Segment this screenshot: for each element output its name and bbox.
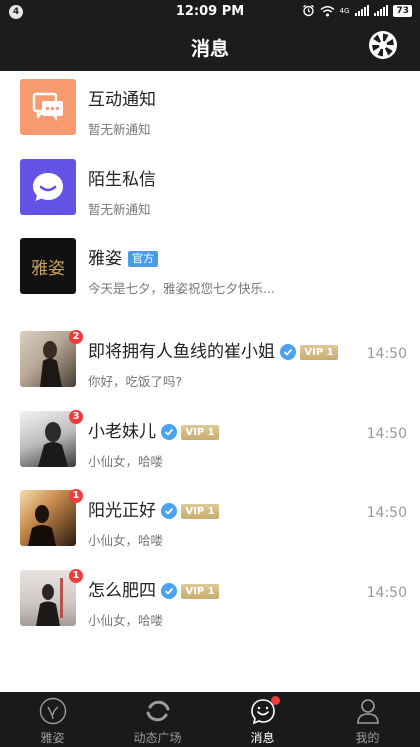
unread-badge: 2 [69, 330, 83, 344]
unread-badge: 1 [69, 569, 83, 583]
wifi-icon [320, 5, 335, 16]
tab-notification-dot [270, 696, 280, 705]
item-title: 互动通知 [88, 90, 156, 110]
contact-name: 阳光正好 [88, 501, 156, 521]
message-time: 14:50 [366, 505, 407, 521]
yazi-logo-icon [39, 697, 66, 725]
chat-bubbles-icon [20, 79, 76, 135]
avatar [20, 570, 76, 626]
tab-label: 动态广场 [133, 731, 182, 745]
vip-badge: VIP 1 [181, 424, 219, 440]
yazi-logo-text: 雅姿 [31, 258, 65, 279]
yazi-logo: 雅姿 [20, 238, 76, 294]
status-bar: 4 12:09 PM 4G 73 [0, 0, 420, 24]
refresh-circle-icon [146, 700, 169, 722]
item-subtitle: 今天是七夕，雅姿祝您七夕快乐... [88, 281, 275, 296]
list-item-official-yazi[interactable]: 雅姿 雅姿 官方 今天是七夕，雅姿祝您七夕快乐... [0, 238, 420, 310]
list-item-interaction-notice[interactable]: 互动通知 暂无新通知 [0, 79, 420, 151]
last-message: 小仙女，哈喽 [88, 533, 164, 548]
last-message: 小仙女，哈喽 [88, 613, 164, 628]
alarm-icon [302, 4, 314, 17]
message-time: 14:50 [366, 585, 407, 601]
status-icons: 4G 73 [302, 4, 412, 17]
person-icon [356, 699, 379, 724]
vip-badge: VIP 1 [181, 503, 219, 519]
item-title: 陌生私信 [88, 170, 156, 190]
battery-icon: 73 [393, 4, 412, 17]
list-item-stranger-message[interactable]: 陌生私信 暂无新通知 [0, 159, 420, 231]
conversation-title-row: 小老妹儿 VIP 1 [88, 417, 219, 442]
official-tag: 官方 [128, 251, 158, 267]
avatar [20, 411, 76, 467]
verified-icon [161, 503, 178, 519]
item-title-row: 雅姿 官方 [88, 244, 158, 269]
conversation-title-row: 即将拥有人鱼线的崔小姐 VIP 1 [88, 337, 338, 362]
last-message: 你好，吃饭了吗? [88, 374, 183, 389]
signal-icon [355, 5, 370, 16]
vip-badge: VIP 1 [300, 344, 338, 360]
vip-badge: VIP 1 [181, 583, 219, 599]
tab-messages[interactable]: 消息 [210, 692, 315, 747]
message-time: 14:50 [366, 426, 407, 442]
contact-name: 小老妹儿 [88, 422, 156, 442]
item-title: 雅姿 [88, 249, 122, 269]
unread-badge: 1 [69, 489, 83, 503]
unread-badge: 3 [69, 410, 83, 424]
item-subtitle: 暂无新通知 [88, 122, 151, 137]
item-subtitle: 暂无新通知 [88, 202, 151, 217]
contact-name: 怎么肥四 [88, 581, 156, 601]
tab-label: 雅姿 [40, 731, 65, 745]
tab-me[interactable]: 我的 [315, 692, 420, 747]
network-type-label: 4G [339, 6, 350, 15]
tab-feed-square[interactable]: 动态广场 [105, 692, 210, 747]
avatar [20, 331, 76, 387]
contact-name: 即将拥有人鱼线的崔小姐 [88, 342, 275, 362]
message-bubble-icon [20, 159, 76, 215]
conversation-title-row: 阳光正好 VIP 1 [88, 496, 219, 521]
avatar [20, 490, 76, 546]
verified-icon [280, 344, 297, 360]
tab-label: 我的 [355, 731, 380, 745]
camera-shutter-icon[interactable] [368, 30, 398, 60]
verified-icon [161, 424, 178, 440]
last-message: 小仙女，哈喽 [88, 454, 164, 469]
message-time: 14:50 [366, 346, 407, 362]
conversation-title-row: 怎么肥四 VIP 1 [88, 576, 219, 601]
conversation-row[interactable]: 1 阳光正好 VIP 1 小仙女，哈喽 14:50 [0, 489, 420, 562]
tab-yazi[interactable]: 雅姿 [0, 692, 105, 747]
conversation-row[interactable]: 1 怎么肥四 VIP 1 小仙女，哈喽 14:50 [0, 569, 420, 642]
bottom-tab-bar: 雅姿 动态广场 消息 我的 [0, 692, 420, 747]
conversation-row[interactable]: 3 小老妹儿 VIP 1 小仙女，哈喽 14:50 [0, 410, 420, 483]
conversation-row[interactable]: 2 即将拥有人鱼线的崔小姐 VIP 1 你好，吃饭了吗? 14:50 [0, 330, 420, 403]
verified-icon [161, 583, 178, 599]
top-navigation-bar: 消息 [0, 24, 420, 71]
page-title: 消息 [190, 38, 229, 60]
signal-icon-2 [374, 5, 389, 16]
tab-label: 消息 [250, 731, 275, 745]
